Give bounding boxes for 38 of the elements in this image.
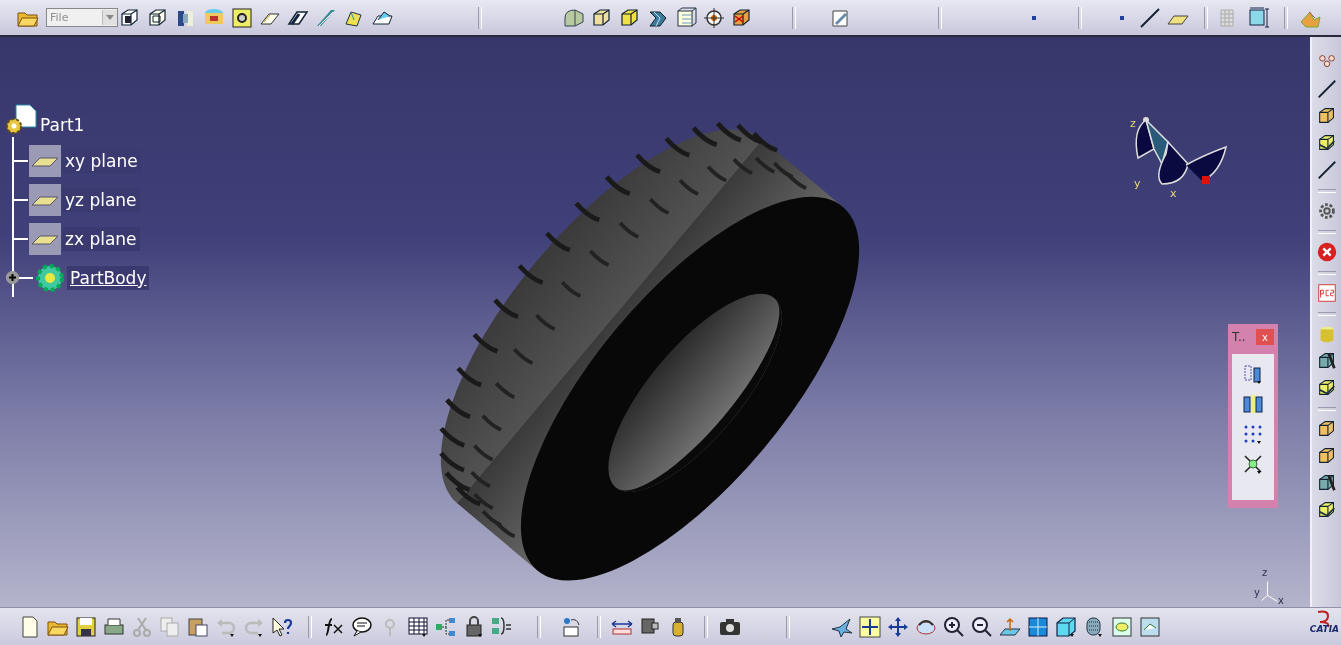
hole-icon[interactable] [230,5,254,30]
expand-icon[interactable] [6,271,19,284]
toolbar-title: T.. [1232,330,1246,344]
zoom-out-icon[interactable] [970,614,994,639]
caret-icon[interactable] [106,15,114,20]
line-icon[interactable] [1138,5,1162,30]
axis-label: z [1130,117,1136,130]
line-icon[interactable] [1315,78,1338,100]
measure-icon[interactable] [1246,5,1270,30]
tree-item[interactable]: xy plane [62,148,141,173]
plane-icon[interactable] [28,182,62,217]
axis-label: x [1278,595,1284,606]
axis-icon [1261,581,1278,602]
tree-item[interactable]: zx plane [62,226,140,251]
axis-label: x [1170,187,1177,200]
error-icon[interactable] [1315,241,1338,263]
axis-label: y [1134,177,1141,190]
axis-label: y [1254,587,1260,598]
logo-text: CATIA [1309,624,1339,634]
fit-all-icon[interactable] [858,614,882,639]
save-icon[interactable] [74,614,98,639]
target-icon[interactable] [702,5,726,30]
zoom-in-icon[interactable] [942,614,966,639]
table-icon[interactable] [406,614,430,639]
scale-icon[interactable] [1241,452,1265,476]
plane-icon[interactable] [28,143,62,178]
comment-icon[interactable] [350,614,374,639]
line-icon[interactable] [1315,159,1338,181]
cube-view-icon[interactable] [1054,614,1078,639]
tree-item[interactable]: Part1 [40,115,85,137]
close-button[interactable]: x [1256,329,1274,345]
pcs-icon[interactable] [1315,282,1338,304]
axis-label: z [1262,567,1268,578]
tree-item[interactable]: yz plane [62,187,140,212]
part-icon[interactable] [4,103,38,137]
tree-item[interactable]: PartBody [67,265,150,290]
plane-icon[interactable] [28,221,62,256]
mirror-icon[interactable] [1241,392,1265,416]
